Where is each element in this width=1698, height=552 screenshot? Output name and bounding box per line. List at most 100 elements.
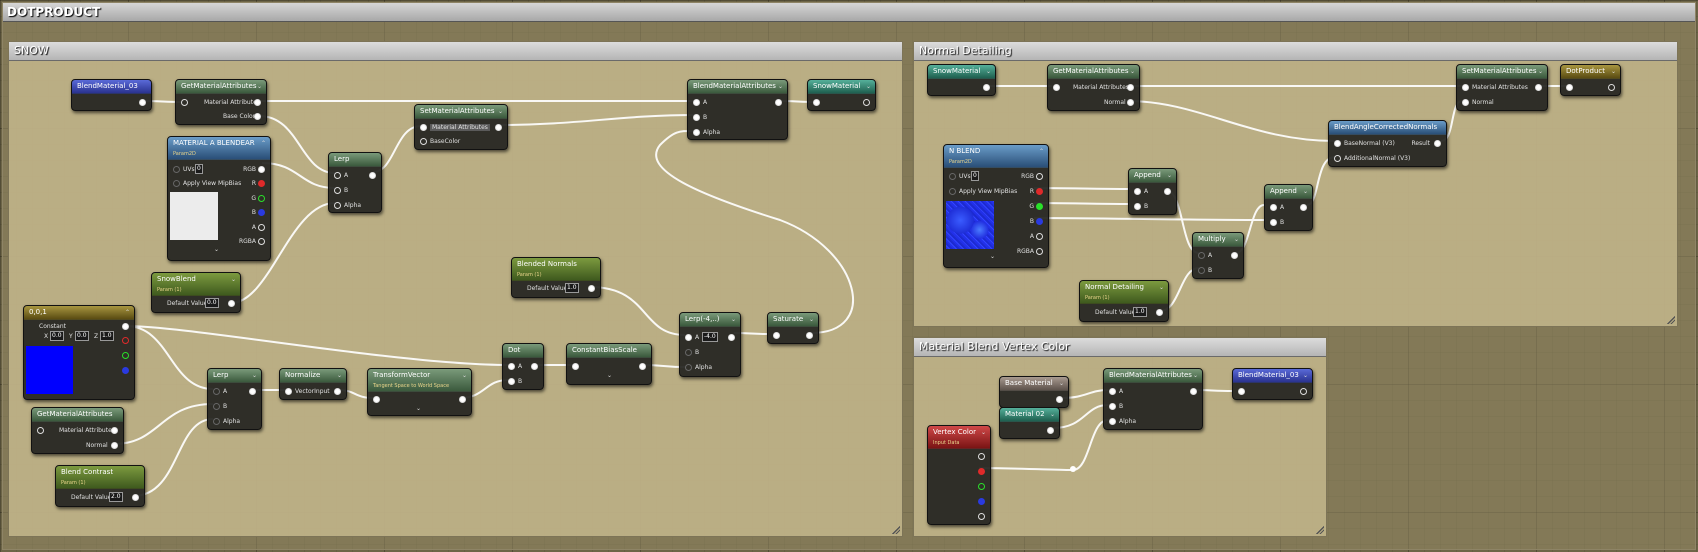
node-snowblend-param[interactable]: SnowBlend Param (1) ⌄ Default Value 0.0 [151,272,241,313]
input-pin[interactable] [813,99,820,106]
chevron-down-icon[interactable]: ⌄ [778,80,783,93]
node-blended-normals-param[interactable]: Blended Normals Param (1) Default Value 1… [511,257,601,298]
output-pin[interactable] [728,334,735,341]
node-transform-vector[interactable]: TransformVector Tangent Space to World Sp… [367,368,472,416]
node-material-02[interactable]: Material 02 ⌄ [999,407,1060,439]
input-pin[interactable] [1134,188,1141,195]
output-pin[interactable] [1300,204,1307,211]
chevron-down-icon[interactable]: ⌄ [498,105,503,118]
chevron-down-icon[interactable]: ⌄ [214,246,266,253]
x-field[interactable]: 0.0 [50,331,64,341]
input-pin[interactable] [693,129,700,136]
output-pin[interactable] [978,453,985,460]
a-value-field[interactable]: -4.0 [702,332,718,342]
output-pin-a[interactable] [258,224,265,231]
chevron-down-icon[interactable]: ⌄ [1303,185,1308,198]
input-pin[interactable] [420,124,427,131]
input-pin[interactable] [213,418,220,425]
node-get-material-attributes-2[interactable]: GetMaterialAttributes Material Attribute… [31,407,124,454]
input-pin[interactable] [173,166,180,173]
output-pin-r[interactable] [1036,188,1043,195]
output-pin-rgb[interactable] [1036,173,1043,180]
input-pin[interactable] [572,363,579,370]
chevron-down-icon[interactable]: ⌄ [731,313,736,326]
node-base-material[interactable]: Base Material ⌄ [999,376,1069,408]
output-pin[interactable] [639,363,646,370]
output-pin[interactable] [132,494,139,501]
node-lerp-1[interactable]: Lerp A B Alpha [328,152,382,213]
input-pin[interactable] [508,363,515,370]
input-pin[interactable] [773,332,780,339]
output-pin-r[interactable] [122,337,129,344]
chevron-down-icon[interactable]: ⌄ [607,372,647,379]
input-pin[interactable] [685,349,692,356]
output-pin[interactable] [1056,396,1063,403]
chevron-up-icon[interactable]: ⌃ [125,306,130,319]
output-pin[interactable] [775,99,782,106]
output-pin-b[interactable] [1036,218,1043,225]
output-pin[interactable] [254,113,261,120]
input-pin[interactable] [1566,84,1573,91]
node-normalize[interactable]: Normalize ⌄ VectorInput [279,368,347,400]
output-pin[interactable] [863,99,870,106]
input-pin[interactable] [1198,252,1205,259]
chevron-down-icon[interactable]: ⌄ [981,426,986,439]
node-dot[interactable]: Dot A B [502,343,544,390]
output-pin[interactable] [495,124,502,131]
input-pin[interactable] [693,99,700,106]
chevron-down-icon[interactable]: ⌄ [1167,169,1172,182]
node-vertex-color[interactable]: Vertex Color Input Data ⌄ [927,425,991,525]
node-blend-contrast-param[interactable]: Blend Contrast Param (1) Default Value 2.… [55,465,145,507]
input-pin[interactable] [949,188,956,195]
input-pin[interactable] [1334,140,1341,147]
node-normal-detailing-param[interactable]: Normal Detailing Param (1) ⌄ Default Value… [1079,280,1169,322]
input-pin[interactable] [213,403,220,410]
chevron-down-icon[interactable]: ⌄ [866,80,871,93]
node-snowmaterial-2[interactable]: SnowMaterial ⌄ [927,64,996,96]
node-snowmaterial-1[interactable]: SnowMaterial ⌄ [807,79,876,111]
output-pin-g[interactable] [122,352,129,359]
node-lerp-2[interactable]: Lerp ⌄ A B Alpha [207,368,262,430]
output-pin-rgba[interactable] [1036,248,1043,255]
chevron-down-icon[interactable]: ⌄ [252,369,257,382]
node-blend-material-attributes-1[interactable]: BlendMaterialAttributes ⌄ A B Alpha [687,79,788,140]
output-pin-g[interactable] [978,483,985,490]
output-pin[interactable] [588,285,595,292]
input-pin[interactable] [334,172,341,179]
z-field[interactable]: 1.0 [100,331,114,341]
output-pin-r[interactable] [258,180,265,187]
chevron-down-icon[interactable]: ⌄ [809,313,814,326]
chevron-down-icon[interactable]: ⌄ [1059,377,1064,390]
chevron-down-icon[interactable]: ⌄ [337,369,342,382]
resize-grip-icon[interactable] [1316,526,1324,534]
input-pin[interactable] [949,173,956,180]
chevron-down-icon[interactable]: ⌄ [1050,408,1055,421]
output-pin[interactable] [459,396,466,403]
node-saturate[interactable]: Saturate ⌄ [767,312,819,344]
y-field[interactable]: 0.0 [75,331,89,341]
node-blend-material-attributes-2[interactable]: BlendMaterialAttributes ⌄ A B Alpha [1103,368,1203,430]
input-pin[interactable] [1134,203,1141,210]
output-pin-b[interactable] [978,498,985,505]
chevron-down-icon[interactable]: ⌄ [1159,281,1164,294]
output-pin[interactable] [1156,309,1163,316]
uvs-field[interactable]: 0 [971,171,979,181]
uvs-field[interactable]: 0 [195,164,203,174]
node-n-blend[interactable]: N BLEND Param2D ⌃ UVs 0 Apply View MipBias… [943,144,1049,268]
input-pin[interactable] [685,334,692,341]
input-pin[interactable] [1053,84,1060,91]
output-pin[interactable] [1535,84,1542,91]
chevron-down-icon[interactable]: ⌄ [1193,369,1198,382]
output-pin-r[interactable] [978,468,985,475]
output-pin[interactable] [1127,84,1134,91]
output-pin-rgb[interactable] [258,166,265,173]
input-pin[interactable] [508,378,515,385]
node-append-2[interactable]: Append ⌄ A B [1264,184,1313,231]
output-pin[interactable] [1127,99,1134,106]
output-pin[interactable] [228,300,235,307]
output-pin[interactable] [139,99,146,106]
output-pin-g[interactable] [1036,203,1043,210]
output-pin-a[interactable] [978,513,985,520]
chevron-down-icon[interactable]: ⌄ [231,273,236,286]
output-pin[interactable] [1300,388,1307,395]
